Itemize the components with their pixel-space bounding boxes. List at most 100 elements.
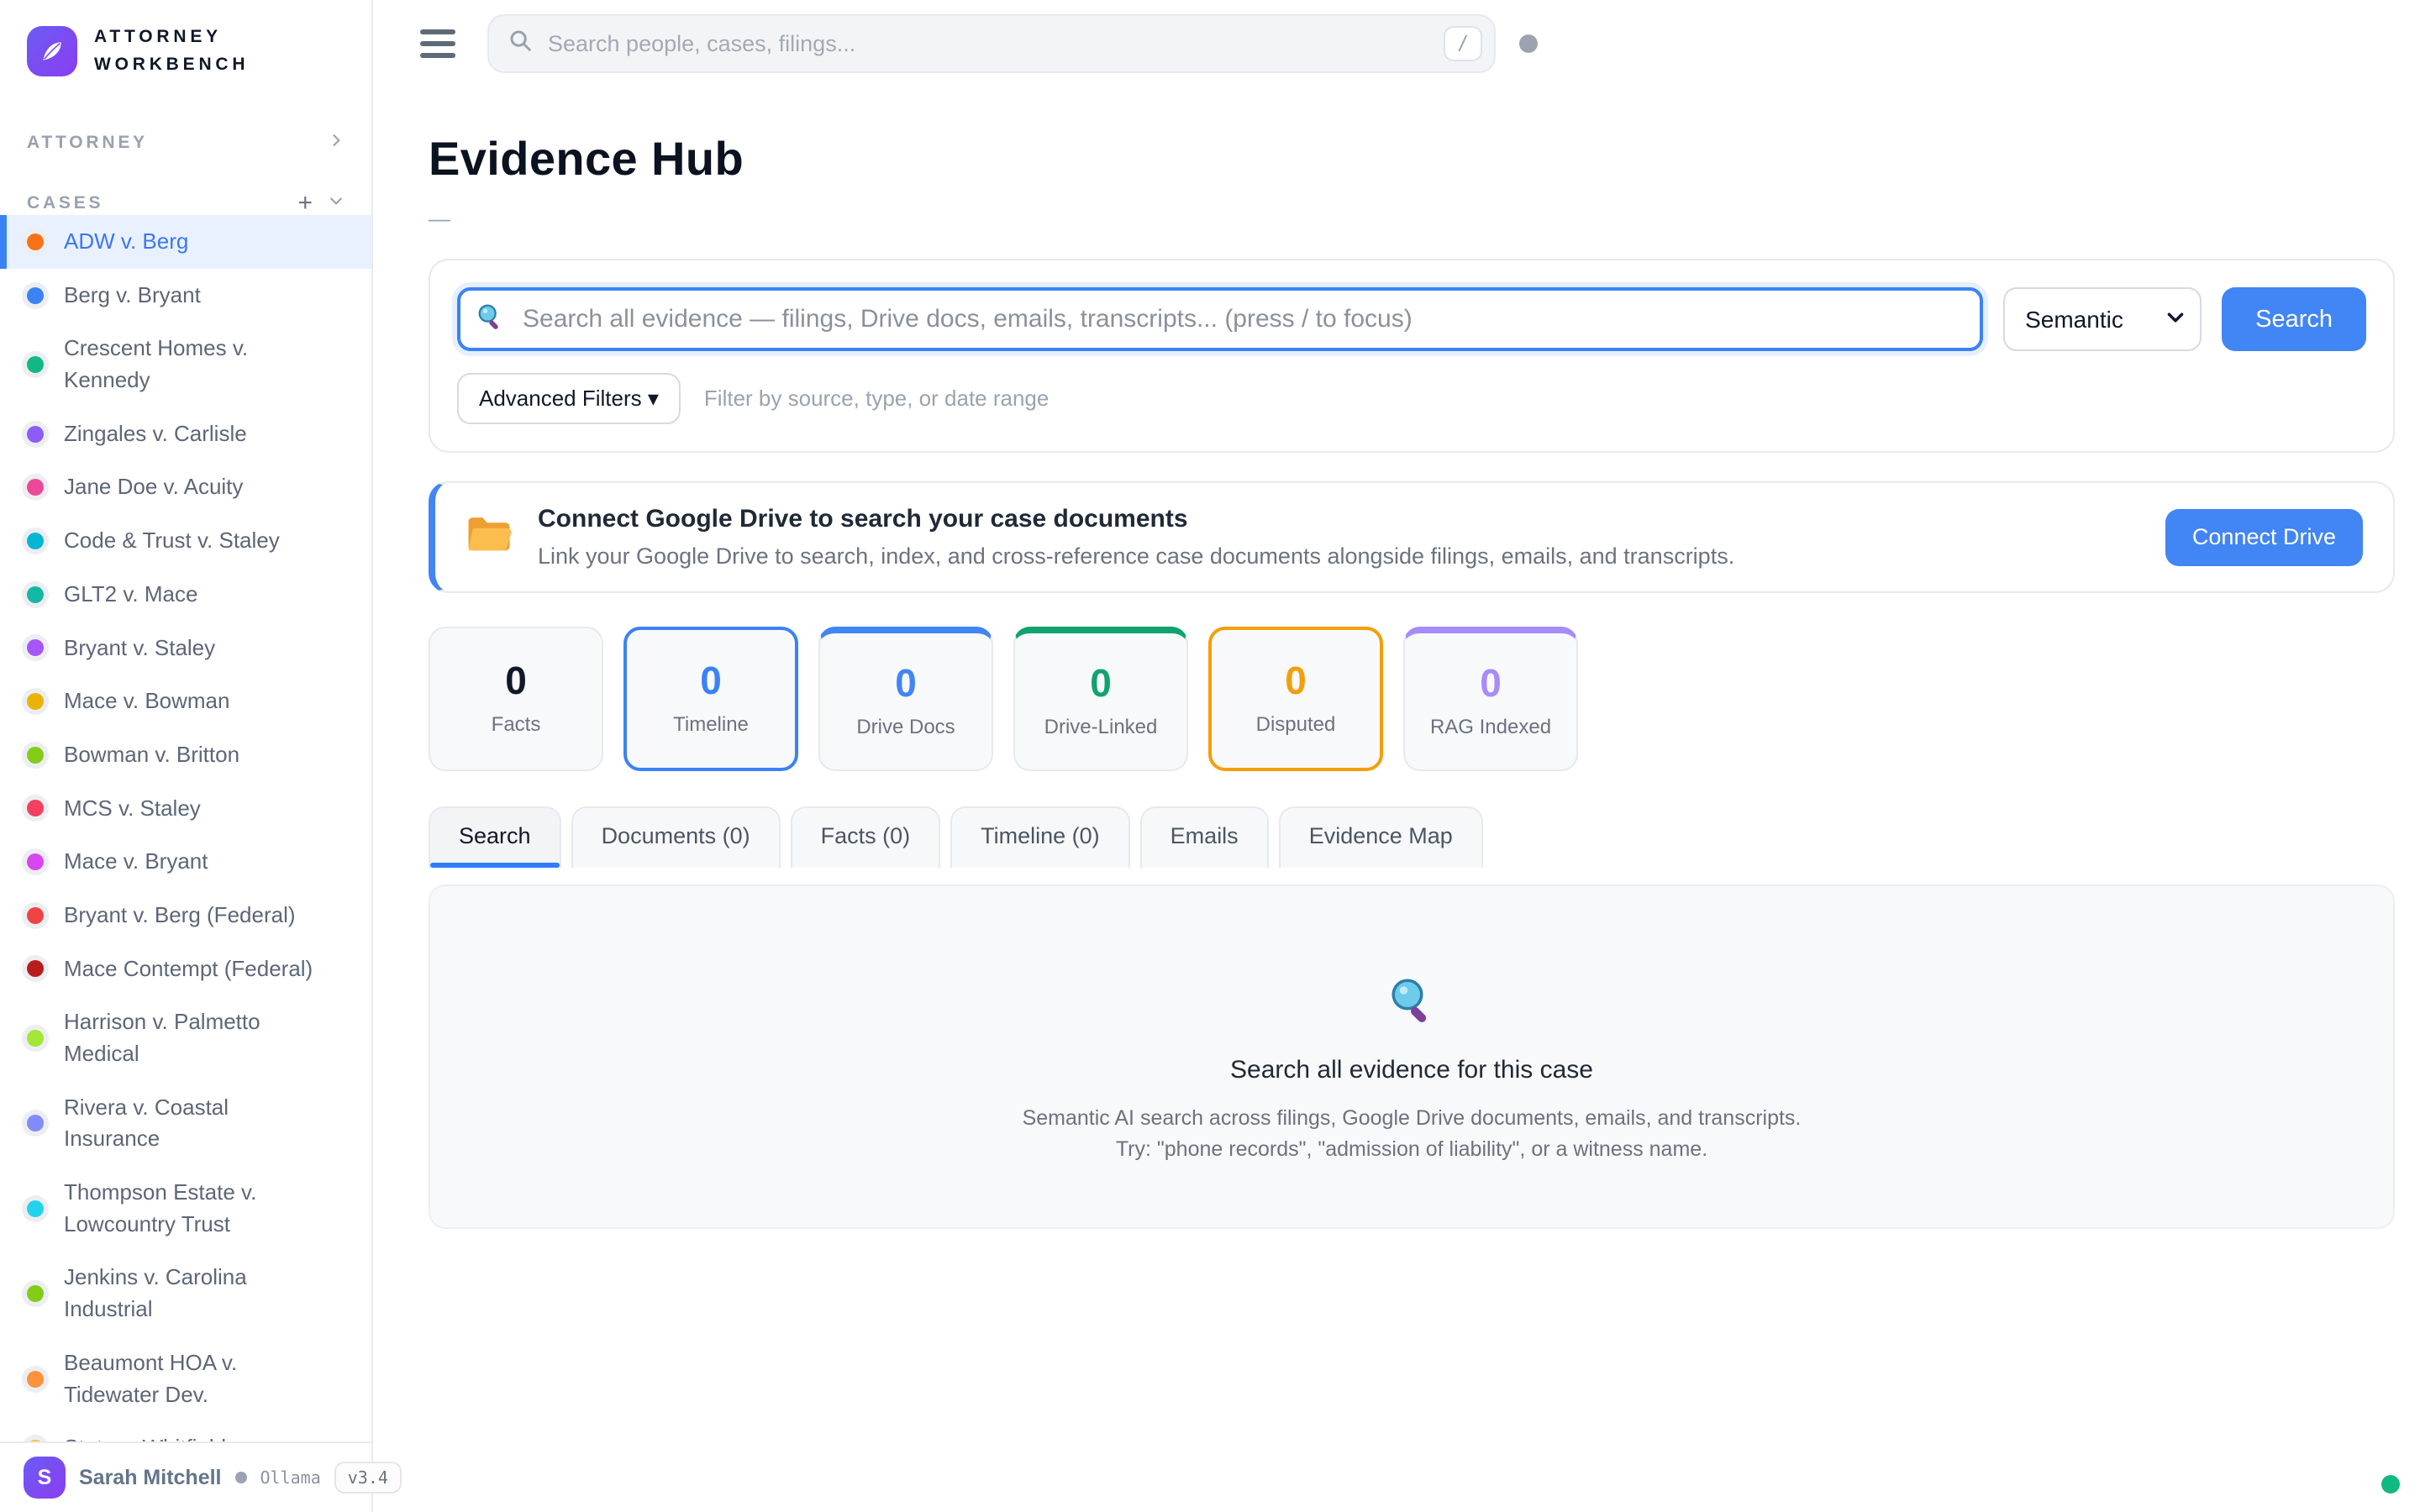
tab[interactable]: Documents (0) xyxy=(571,806,781,868)
sidebar-case-item[interactable]: Harrison v. Palmetto Medical xyxy=(0,995,371,1080)
connect-drive-button[interactable]: Connect Drive xyxy=(2165,509,2363,566)
banner-title: Connect Google Drive to search your case… xyxy=(538,505,2140,533)
sidebar-case-item[interactable]: Mace Contempt (Federal) xyxy=(0,942,371,996)
stat-card: 0 Drive Docs xyxy=(818,627,993,771)
case-color-dot xyxy=(27,586,44,603)
stat-value: 0 xyxy=(895,664,917,702)
stat-card: 0 Timeline xyxy=(623,627,798,771)
tab[interactable]: Evidence Map xyxy=(1279,806,1483,868)
case-color-dot xyxy=(27,853,44,870)
search-button[interactable]: Search xyxy=(2222,287,2366,351)
cases-section-label: CASES xyxy=(27,193,103,213)
banner-description: Link your Google Drive to search, index,… xyxy=(538,543,2140,570)
tab-label: Search xyxy=(459,823,531,848)
page-title: Evidence Hub xyxy=(429,131,2395,186)
case-label: Mace v. Bryant xyxy=(64,846,208,878)
sidebar-case-item[interactable]: Bryant v. Berg (Federal) xyxy=(0,889,371,942)
main-area: / Evidence Hub — Semantic Search Advance… xyxy=(373,0,2420,1229)
brand-line2: WORKBENCH xyxy=(94,51,249,79)
global-search-input[interactable] xyxy=(548,31,1428,57)
folder-icon xyxy=(466,513,513,562)
engine-label: Ollama xyxy=(260,1467,321,1488)
sidebar-case-item[interactable]: Crescent Homes v. Kennedy xyxy=(0,322,371,407)
sidebar-case-item[interactable]: Thompson Estate v. Lowcountry Trust xyxy=(0,1166,371,1251)
sidebar-case-item[interactable]: MCS v. Staley xyxy=(0,782,371,836)
case-color-dot xyxy=(27,533,44,549)
sidebar-case-item[interactable]: Zingales v. Carlisle xyxy=(0,407,371,461)
stats-row: 0 Facts 0 Timeline 0 Drive Docs 0 Drive-… xyxy=(429,627,2395,771)
sidebar-case-item[interactable]: Bowman v. Britton xyxy=(0,728,371,782)
notification-dot xyxy=(1519,34,1538,53)
sidebar-case-item[interactable]: Bryant v. Staley xyxy=(0,622,371,675)
sidebar-case-item[interactable]: Code & Trust v. Staley xyxy=(0,514,371,568)
brand: ATTORNEY WORKBENCH xyxy=(0,0,371,92)
chevron-right-icon xyxy=(328,132,345,154)
cases-list: ADW v. Berg Berg v. Bryant Crescent Home… xyxy=(0,215,371,1441)
banner-text: Connect Google Drive to search your case… xyxy=(538,505,2140,570)
sidebar-case-item[interactable]: Rivera v. Coastal Insurance xyxy=(0,1081,371,1166)
content: Evidence Hub — Semantic Search Advanced … xyxy=(373,87,2420,1229)
search-icon xyxy=(508,28,533,60)
search-icon xyxy=(476,302,504,337)
evidence-search-input[interactable] xyxy=(457,287,1983,351)
case-label: Jenkins v. Carolina Industrial xyxy=(64,1262,324,1325)
stat-label: Facts xyxy=(492,713,541,737)
sidebar-section-attorney[interactable]: ATTORNEY xyxy=(0,132,371,154)
case-label: Zingales v. Carlisle xyxy=(64,418,247,450)
sidebar-case-item[interactable]: Mace v. Bowman xyxy=(0,675,371,728)
empty-state-line1: Semantic AI search across filings, Googl… xyxy=(1023,1106,1802,1131)
sidebar-section-cases: CASES + xyxy=(0,191,371,216)
case-color-dot xyxy=(27,479,44,496)
case-label: Beaumont HOA v. Tidewater Dev. xyxy=(64,1347,324,1410)
case-label: Bryant v. Berg (Federal) xyxy=(64,900,296,932)
user-avatar[interactable]: S xyxy=(24,1457,66,1499)
add-case-button[interactable]: + xyxy=(297,191,313,216)
chevron-down-icon[interactable] xyxy=(328,192,345,214)
stat-label: Drive Docs xyxy=(856,716,955,739)
tab[interactable]: Facts (0) xyxy=(791,806,941,868)
sidebar-footer: S Sarah Mitchell Ollama v3.4 xyxy=(0,1441,371,1512)
search-mode-select-wrap: Semantic xyxy=(2003,287,2202,351)
sidebar-case-item[interactable]: Jane Doe v. Acuity xyxy=(0,460,371,514)
filters-hint: Filter by source, type, or date range xyxy=(704,386,1049,412)
case-label: Jane Doe v. Acuity xyxy=(64,471,243,503)
sidebar-case-item[interactable]: GLT2 v. Mace xyxy=(0,568,371,622)
tab-label: Facts (0) xyxy=(821,823,911,848)
stat-value: 0 xyxy=(1480,664,1502,702)
menu-toggle-button[interactable] xyxy=(420,29,455,58)
tab[interactable]: Timeline (0) xyxy=(950,806,1130,868)
sidebar-case-item[interactable]: Beaumont HOA v. Tidewater Dev. xyxy=(0,1336,371,1421)
tab[interactable]: Emails xyxy=(1140,806,1269,868)
stat-value: 0 xyxy=(505,661,527,700)
case-color-dot xyxy=(27,747,44,764)
page-subtitle: — xyxy=(429,206,2395,232)
sidebar-case-item[interactable]: Berg v. Bryant xyxy=(0,269,371,323)
case-color-dot xyxy=(27,234,44,250)
search-mode-select[interactable]: Semantic xyxy=(2003,287,2202,351)
case-color-dot xyxy=(27,356,44,373)
sidebar-case-item[interactable]: Mace v. Bryant xyxy=(0,835,371,889)
tab[interactable]: Search xyxy=(429,806,561,868)
app-logo-icon xyxy=(27,26,77,76)
attorney-section-label: ATTORNEY xyxy=(27,133,148,153)
case-label: Rivera v. Coastal Insurance xyxy=(64,1092,324,1155)
sidebar-case-item[interactable]: Jenkins v. Carolina Industrial xyxy=(0,1251,371,1336)
stat-label: Drive-Linked xyxy=(1044,716,1158,739)
case-color-dot xyxy=(27,1285,44,1302)
case-label: MCS v. Staley xyxy=(64,793,201,825)
case-color-dot xyxy=(27,1371,44,1388)
brand-name: ATTORNEY WORKBENCH xyxy=(94,24,249,78)
stat-label: RAG Indexed xyxy=(1430,716,1551,739)
global-search[interactable]: / xyxy=(487,14,1496,73)
drive-banner: Connect Google Drive to search your case… xyxy=(429,481,2395,593)
stat-card: 0 RAG Indexed xyxy=(1403,627,1578,771)
tab-label: Documents (0) xyxy=(602,823,750,848)
case-label: ADW v. Berg xyxy=(64,226,188,258)
sidebar-case-item[interactable]: State v. Whitfield xyxy=(0,1421,371,1441)
case-label: Thompson Estate v. Lowcountry Trust xyxy=(64,1177,324,1240)
case-label: Bryant v. Staley xyxy=(64,633,215,664)
case-label: State v. Whitfield xyxy=(64,1432,226,1441)
advanced-filters-button[interactable]: Advanced Filters ▾ xyxy=(457,373,681,424)
sidebar-case-item[interactable]: ADW v. Berg xyxy=(0,215,371,269)
case-label: Bowman v. Britton xyxy=(64,739,239,771)
